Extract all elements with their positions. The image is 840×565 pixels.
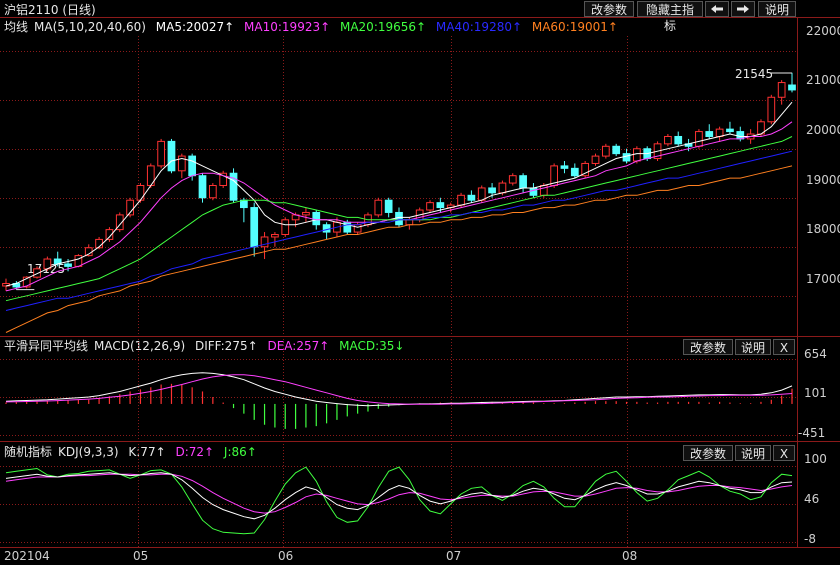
ma60-line	[5, 165, 793, 333]
candle-body	[167, 140, 176, 172]
main-chart	[2, 72, 796, 333]
candle-body	[281, 219, 290, 236]
candle-body	[705, 131, 714, 137]
candle-body	[426, 202, 434, 211]
chart-canvas	[0, 17, 840, 548]
candle-body	[777, 82, 786, 98]
candle-body	[519, 175, 527, 189]
dea-line	[5, 374, 793, 405]
candle-body	[240, 199, 248, 209]
candle-body	[136, 185, 145, 201]
kdj-k-line	[5, 472, 793, 520]
candle-body	[374, 199, 383, 216]
candle-body	[664, 135, 672, 145]
candle-body	[726, 128, 734, 133]
candle-body	[736, 131, 745, 140]
candle-body	[64, 263, 72, 267]
candle-body	[198, 175, 207, 199]
diff-line	[5, 372, 793, 407]
candle-body	[384, 199, 393, 213]
kdj-chart	[5, 466, 793, 535]
candle-body	[529, 187, 538, 196]
candle-body	[250, 207, 259, 248]
candle-body	[498, 182, 507, 194]
candle-body	[395, 211, 403, 226]
candle-body	[436, 202, 445, 209]
candle-body	[488, 187, 496, 194]
candle-body	[467, 194, 476, 201]
grid-lines	[0, 36, 797, 547]
candle-body	[715, 128, 724, 137]
candle-body	[508, 175, 517, 184]
candle-body	[601, 145, 610, 157]
candle-body	[591, 155, 600, 164]
kdj-d-line	[5, 473, 793, 514]
candle-body	[353, 224, 362, 233]
candle-body	[622, 153, 631, 162]
candle-body	[157, 140, 165, 167]
candle-body	[695, 131, 703, 147]
macd-chart	[5, 372, 793, 429]
ma40-line	[5, 150, 793, 311]
candle-body	[560, 165, 569, 169]
candle-body	[302, 211, 310, 216]
panel-frames	[0, 17, 840, 548]
candle-body	[322, 224, 331, 233]
candle-body	[767, 96, 776, 123]
candle-body	[788, 84, 796, 91]
kdj-j-line	[5, 466, 793, 535]
candle-body	[612, 145, 621, 155]
ma5-line	[5, 101, 793, 287]
candle-body	[457, 194, 465, 206]
candle-body	[312, 211, 321, 226]
candle-body	[477, 187, 486, 201]
candle-body	[405, 219, 414, 226]
candle-body	[674, 135, 683, 145]
candle-body	[188, 155, 197, 177]
candle-body	[633, 148, 641, 162]
candle-body	[570, 167, 579, 177]
candle-body	[208, 185, 217, 199]
candle-body	[271, 234, 279, 238]
